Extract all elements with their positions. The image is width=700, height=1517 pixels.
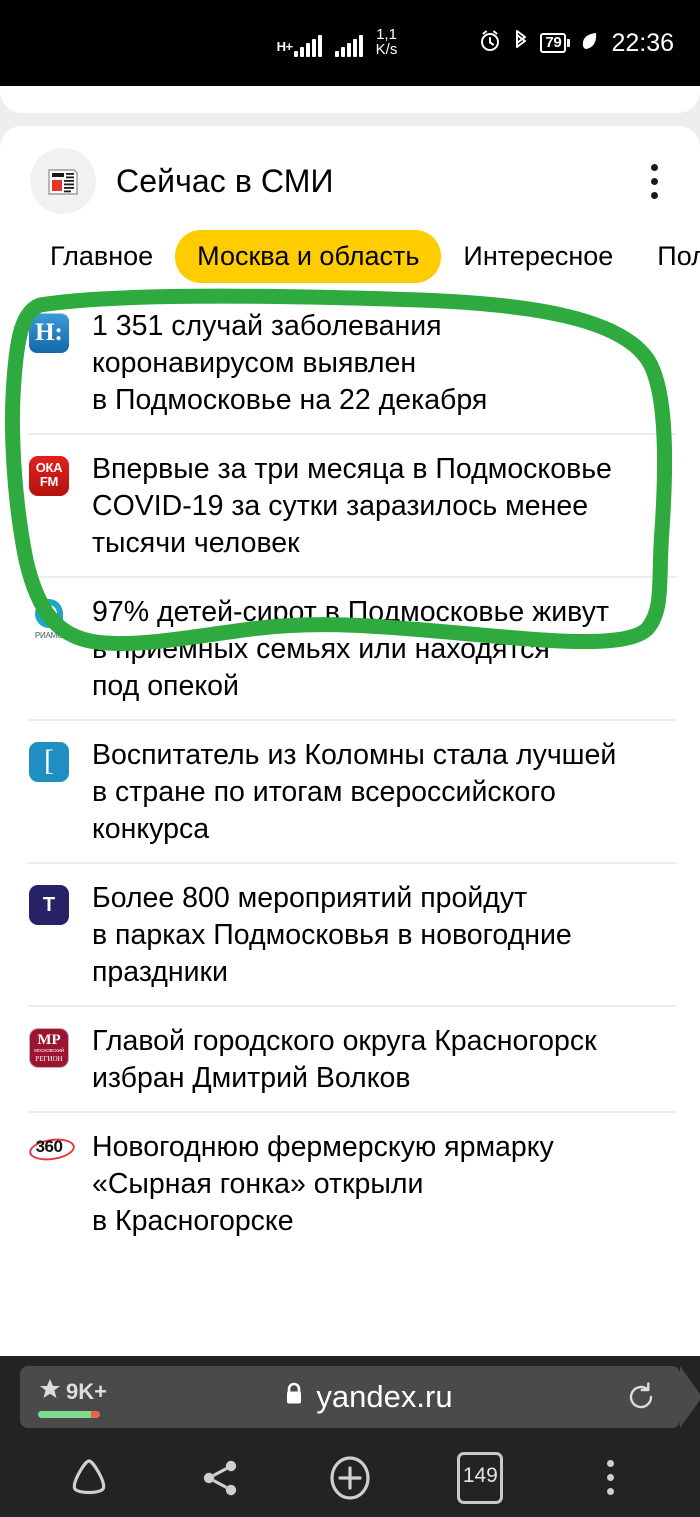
tab-moskva-i-oblast[interactable]: Москва и область	[175, 229, 442, 283]
share-icon[interactable]	[184, 1447, 256, 1509]
page-load-progress	[38, 1410, 100, 1418]
status-bar-center: H+ 1,1 K/s	[277, 27, 398, 59]
lock-icon	[283, 1379, 305, 1415]
news-line: тысячи человек	[92, 527, 300, 559]
news-item-title: Воспитатель из Коломны стала лучшей в ст…	[92, 737, 616, 848]
news-item[interactable]: МР МОСКОВСКИЙ РЕГИОН Главой городского о…	[28, 1007, 676, 1113]
tab-counter-icon[interactable]: 149	[444, 1447, 516, 1509]
adblock-counter[interactable]: 9K+	[38, 1377, 116, 1418]
news-line: коронавирусом выявлен	[92, 347, 417, 379]
adblock-count-label: 9K+	[66, 1378, 107, 1404]
news-line: в Красногорске	[92, 1205, 294, 1237]
izvestia-logo-icon: [	[28, 742, 70, 782]
url-bar[interactable]: 9K+ yandex.ru	[20, 1366, 700, 1428]
home-triangle-icon[interactable]	[53, 1447, 125, 1509]
news-list: Н: 1 351 случай заболевания коронавирусо…	[0, 280, 700, 1254]
news-line: 97% детей-сирот в Подмосковье живут	[92, 596, 609, 628]
tv360-logo-icon: 360	[27, 1134, 77, 1164]
news-item[interactable]: ОКА FM Впервые за три месяца в Подмосков…	[28, 435, 676, 578]
feed-header: Сейчас в СМИ	[0, 126, 700, 214]
news-line: избран Дмитрий Волков	[92, 1062, 411, 1094]
nsn-logo-icon: Н:	[28, 313, 70, 353]
kebab-menu-icon[interactable]	[632, 157, 676, 205]
signal-bars-icon-secondary	[334, 35, 363, 57]
new-tab-plus-icon[interactable]	[314, 1447, 386, 1509]
news-item-title: Новогоднюю фермерскую ярмарку «Сырная го…	[92, 1129, 554, 1240]
browser-content-area: Сейчас в СМИ Главное Москва и область Ин…	[0, 86, 700, 1356]
url-text: yandex.ru	[316, 1379, 453, 1414]
feed-tabs: Главное Москва и область Интересное Пол	[0, 210, 700, 283]
news-line: Новогоднюю фермерскую ярмарку	[92, 1131, 554, 1163]
news-item-title: 97% детей-сирот в Подмосковье живут в пр…	[92, 594, 609, 705]
status-bar-right: 79 22:36	[397, 29, 700, 58]
oka-fm-logo-icon: ОКА FM	[28, 456, 70, 496]
news-item[interactable]: T Более 800 мероприятий пройдут в парках…	[28, 864, 676, 1007]
news-item-title: Более 800 мероприятий пройдут в парках П…	[92, 880, 572, 991]
kebab-menu-icon[interactable]	[575, 1447, 647, 1509]
mosregion-logo-icon: МР МОСКОВСКИЙ РЕГИОН	[28, 1028, 70, 1068]
tab-poleznoe[interactable]: Пол	[635, 230, 700, 283]
previous-card-bottom	[0, 86, 700, 113]
news-line: в стране по итогам всероссийского	[92, 776, 556, 808]
news-item[interactable]: Н: 1 351 случай заболевания коронавирусо…	[28, 292, 676, 435]
news-line: Более 800 мероприятий пройдут	[92, 882, 528, 914]
status-bar-clock: 22:36	[611, 28, 675, 57]
news-item[interactable]: 360 Новогоднюю фермерскую ярмарку «Сырна…	[27, 1113, 676, 1254]
url-display[interactable]: yandex.ru	[116, 1379, 620, 1415]
news-line: под опекой	[92, 670, 239, 702]
url-bar-row: 9K+ yandex.ru	[0, 1356, 700, 1438]
tsargrad-logo-icon: T	[28, 885, 70, 925]
news-line: Воспитатель из Коломны стала лучшей	[92, 739, 617, 771]
tab-glavnoe[interactable]: Главное	[28, 230, 175, 283]
news-line: в парках Подмосковья в новогодние	[92, 919, 572, 951]
network-type-label: H+	[276, 39, 293, 54]
newspaper-icon	[30, 148, 96, 214]
battery-percent-label: 79	[540, 33, 567, 53]
browser-bottom-bar: 9K+ yandex.ru 149	[0, 1356, 700, 1517]
browser-nav-bar: 149	[0, 1438, 700, 1517]
bluetooth-icon	[511, 29, 531, 58]
news-line: конкурса	[92, 813, 210, 845]
news-line: в Подмосковье на 22 декабря	[92, 384, 488, 416]
news-line: Впервые за три месяца в Подмосковье	[92, 453, 612, 485]
tab-count-label: 149	[457, 1451, 504, 1504]
news-line: COVID-19 за сутки заразилось менее	[92, 490, 589, 522]
alarm-clock-icon	[478, 29, 502, 58]
page-title: Сейчас в СМИ	[116, 162, 334, 199]
star-icon	[38, 1377, 62, 1407]
mosregion-caption: РЕГИОН	[35, 1054, 63, 1063]
tsargrad-glyph: T	[29, 885, 69, 925]
data-rate-unit: K/s	[375, 41, 398, 58]
status-bar: H+ 1,1 K/s 79 22:36	[0, 0, 700, 86]
news-line: в приемных семьях или находятся	[92, 633, 550, 665]
riamo-caption: РИАМО	[34, 631, 64, 640]
oka-fm-line2: FM	[39, 474, 59, 489]
signal-bars-icon-primary: H+	[277, 35, 322, 57]
news-line: 1 351 случай заболевания	[92, 310, 442, 342]
data-rate-indicator: 1,1 K/s	[376, 27, 398, 57]
tv360-glyph: 360	[35, 1137, 63, 1156]
reload-icon[interactable]	[620, 1380, 662, 1414]
izvestia-glyph: [	[29, 742, 69, 782]
mosregion-sub: МОСКОВСКИЙ	[34, 1048, 64, 1054]
leaf-power-saving-icon	[579, 29, 599, 58]
news-line: праздники	[92, 956, 228, 988]
news-item[interactable]: [ Воспитатель из Коломны стала лучшей в …	[28, 721, 676, 864]
news-item[interactable]: РИАМО 97% детей-сирот в Подмосковье живу…	[28, 578, 676, 721]
news-item-title: 1 351 случай заболевания коронавирусом в…	[92, 308, 487, 419]
tab-interesnoe[interactable]: Интересное	[441, 230, 635, 283]
riamo-logo-icon: РИАМО	[28, 599, 70, 643]
battery-icon: 79	[540, 33, 571, 53]
oka-fm-line1: ОКА	[35, 460, 63, 475]
news-item-title: Главой городского округа Красногорск изб…	[92, 1023, 597, 1097]
mosregion-initials: МР	[37, 1032, 61, 1049]
news-line: Главой городского округа Красногорск	[92, 1025, 597, 1057]
news-line: «Сырная гонка» открыли	[92, 1168, 424, 1200]
news-feed-card: Сейчас в СМИ Главное Москва и область Ин…	[0, 126, 700, 1356]
news-item-title: Впервые за три месяца в Подмосковье COVI…	[92, 451, 612, 562]
